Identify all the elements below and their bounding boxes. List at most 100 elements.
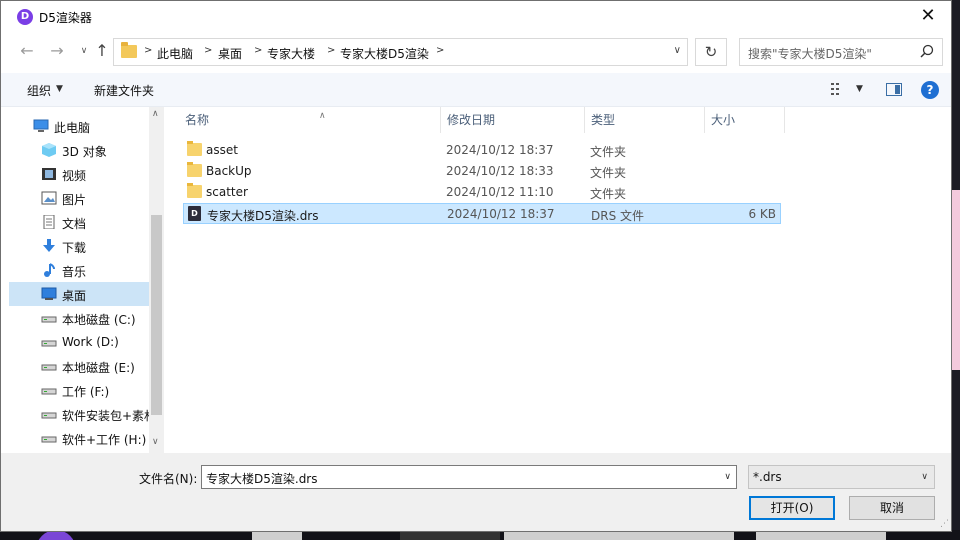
- file-date: 2024/10/12 18:37: [447, 207, 555, 221]
- sidebar-item[interactable]: 下载: [9, 234, 149, 258]
- chevron-right-icon[interactable]: >: [436, 45, 444, 56]
- background-pink-panel: [952, 190, 960, 370]
- file-row[interactable]: BackUp 2024/10/12 18:33 文件夹: [183, 161, 781, 182]
- column-label: 大小: [711, 113, 736, 127]
- file-type-filter[interactable]: *.drs ∨: [748, 465, 935, 489]
- help-icon[interactable]: ?: [921, 81, 939, 99]
- nav-scrollbar[interactable]: ∧ ∨: [149, 107, 164, 453]
- address-row: ← → ∨ ↑ > 此电脑 > 桌面 > 专家大楼 > 专家大楼D5渲染 > ∨…: [1, 35, 951, 69]
- chevron-right-icon[interactable]: >: [254, 45, 262, 56]
- command-bar: 组织 ▼ 新建文件夹 ▼ ?: [1, 73, 951, 107]
- sidebar-item-label: 此电脑: [54, 121, 91, 135]
- sidebar-item[interactable]: 此电脑: [9, 114, 149, 138]
- computer-icon: [33, 119, 49, 133]
- filter-value: *.drs: [753, 470, 782, 484]
- scroll-down-icon[interactable]: ∨: [152, 437, 159, 447]
- search-icon[interactable]: [920, 44, 934, 58]
- background-thumbnail: [756, 532, 886, 540]
- breadcrumb-current-folder[interactable]: 专家大楼D5渲染: [340, 45, 429, 62]
- resize-grip-icon[interactable]: ⋰: [940, 519, 949, 529]
- sidebar-item-label: 工作 (F:): [62, 385, 110, 399]
- organize-button[interactable]: 组织: [27, 82, 51, 99]
- picture-icon: [41, 191, 57, 205]
- back-button[interactable]: ←: [15, 39, 39, 63]
- cancel-button[interactable]: 取消: [849, 496, 935, 520]
- 3d-objects-icon: [41, 143, 57, 157]
- sidebar-item-label: 音乐: [62, 265, 87, 279]
- address-bar[interactable]: > 此电脑 > 桌面 > 专家大楼 > 专家大楼D5渲染 > ∨: [113, 38, 688, 66]
- up-button[interactable]: ↑: [90, 39, 114, 63]
- scroll-up-icon[interactable]: ∧: [152, 109, 159, 119]
- sidebar-item[interactable]: 软件+工作 (H:): [9, 426, 149, 450]
- sidebar-item-label: 软件+工作 (H:): [62, 433, 147, 447]
- music-icon: [41, 263, 57, 277]
- new-folder-button[interactable]: 新建文件夹: [94, 82, 154, 99]
- file-type: 文件夹: [590, 145, 627, 159]
- footer-bar: 文件名(N): 专家大楼D5渲染.drs ∨ *.drs ∨ 打开(O) 取消 …: [1, 453, 951, 531]
- sidebar-item-label: Work (D:): [62, 335, 119, 349]
- chevron-down-icon[interactable]: ∨: [921, 472, 928, 482]
- file-type: DRS 文件: [591, 209, 645, 223]
- search-input[interactable]: 搜索"专家大楼D5渲染": [739, 38, 943, 66]
- background-app-edge: [952, 0, 960, 540]
- caret-down-icon[interactable]: ▼: [856, 84, 863, 94]
- sidebar-item[interactable]: 软件安装包+素材: [9, 402, 149, 426]
- download-icon: [41, 239, 57, 253]
- folder-icon: [187, 162, 202, 177]
- sidebar-item-label: 下载: [62, 241, 87, 255]
- sidebar-item[interactable]: 文档: [9, 210, 149, 234]
- chevron-right-icon[interactable]: >: [327, 45, 335, 56]
- file-name: asset: [206, 143, 238, 157]
- sidebar-item-label: 软件安装包+素材: [62, 409, 149, 423]
- sidebar-item[interactable]: 图片: [9, 186, 149, 210]
- breadcrumb-expert-building[interactable]: 专家大楼: [267, 45, 315, 62]
- drive-icon: [41, 407, 57, 421]
- drive-icon: [41, 359, 57, 373]
- filename-value: 专家大楼D5渲染.drs: [206, 472, 318, 486]
- sidebar-item[interactable]: 音乐: [9, 258, 149, 282]
- scrollbar-thumb[interactable]: [151, 215, 162, 415]
- view-options-icon[interactable]: [831, 82, 847, 96]
- file-date: 2024/10/12 18:33: [446, 164, 554, 178]
- sidebar-item[interactable]: 视频: [9, 162, 149, 186]
- column-header-name[interactable]: 名称 ∧: [179, 107, 441, 133]
- sort-ascending-icon: ∧: [319, 111, 326, 121]
- file-row[interactable]: D 专家大楼D5渲染.drs 2024/10/12 18:37 DRS 文件 6 KB: [183, 203, 781, 224]
- caret-down-icon[interactable]: ▼: [56, 84, 63, 94]
- background-thumbnail: [252, 532, 302, 540]
- sidebar-item[interactable]: 工作 (F:): [9, 378, 149, 402]
- refresh-button[interactable]: ↻: [695, 38, 727, 66]
- sidebar-item-label: 视频: [62, 169, 87, 183]
- column-header-date[interactable]: 修改日期: [441, 107, 585, 133]
- filename-label: 文件名(N):: [139, 472, 198, 486]
- close-button[interactable]: ✕: [905, 1, 951, 33]
- sidebar-item[interactable]: 本地磁盘 (E:): [9, 354, 149, 378]
- sidebar-item[interactable]: 本地磁盘 (C:): [9, 306, 149, 330]
- breadcrumb-desktop[interactable]: 桌面: [218, 45, 242, 62]
- filename-field[interactable]: 专家大楼D5渲染.drs ∨: [201, 465, 737, 489]
- chevron-down-icon[interactable]: ∨: [674, 45, 681, 56]
- preview-pane-icon[interactable]: [886, 83, 902, 96]
- column-label: 名称: [185, 113, 210, 127]
- chevron-right-icon[interactable]: >: [144, 45, 152, 56]
- folder-icon: [187, 141, 202, 156]
- file-row[interactable]: asset 2024/10/12 18:37 文件夹: [183, 140, 781, 161]
- file-list: 名称 ∧ 修改日期 类型 大小 asset 2024/10/12 18:37 文件夹 B…: [165, 107, 951, 453]
- file-name: 专家大楼D5渲染.drs: [207, 209, 319, 223]
- sidebar-item[interactable]: 3D 对象: [9, 138, 149, 162]
- breadcrumb-this-pc[interactable]: 此电脑: [157, 45, 193, 62]
- d5-app-icon: D: [17, 9, 33, 25]
- open-button[interactable]: 打开(O): [749, 496, 835, 520]
- column-header-type[interactable]: 类型: [585, 107, 705, 133]
- file-row[interactable]: scatter 2024/10/12 11:10 文件夹: [183, 182, 781, 203]
- file-type: 文件夹: [590, 166, 627, 180]
- sidebar-item[interactable]: Work (D:): [9, 330, 149, 354]
- sidebar-item-label: 本地磁盘 (C:): [62, 313, 136, 327]
- chevron-right-icon[interactable]: >: [204, 45, 212, 56]
- forward-button[interactable]: →: [45, 39, 69, 63]
- column-header-size[interactable]: 大小: [705, 107, 785, 133]
- chevron-down-icon[interactable]: ∨: [724, 472, 731, 482]
- sidebar-item-label: 图片: [62, 193, 87, 207]
- folder-icon: [121, 42, 137, 58]
- sidebar-item[interactable]: 桌面: [9, 282, 149, 306]
